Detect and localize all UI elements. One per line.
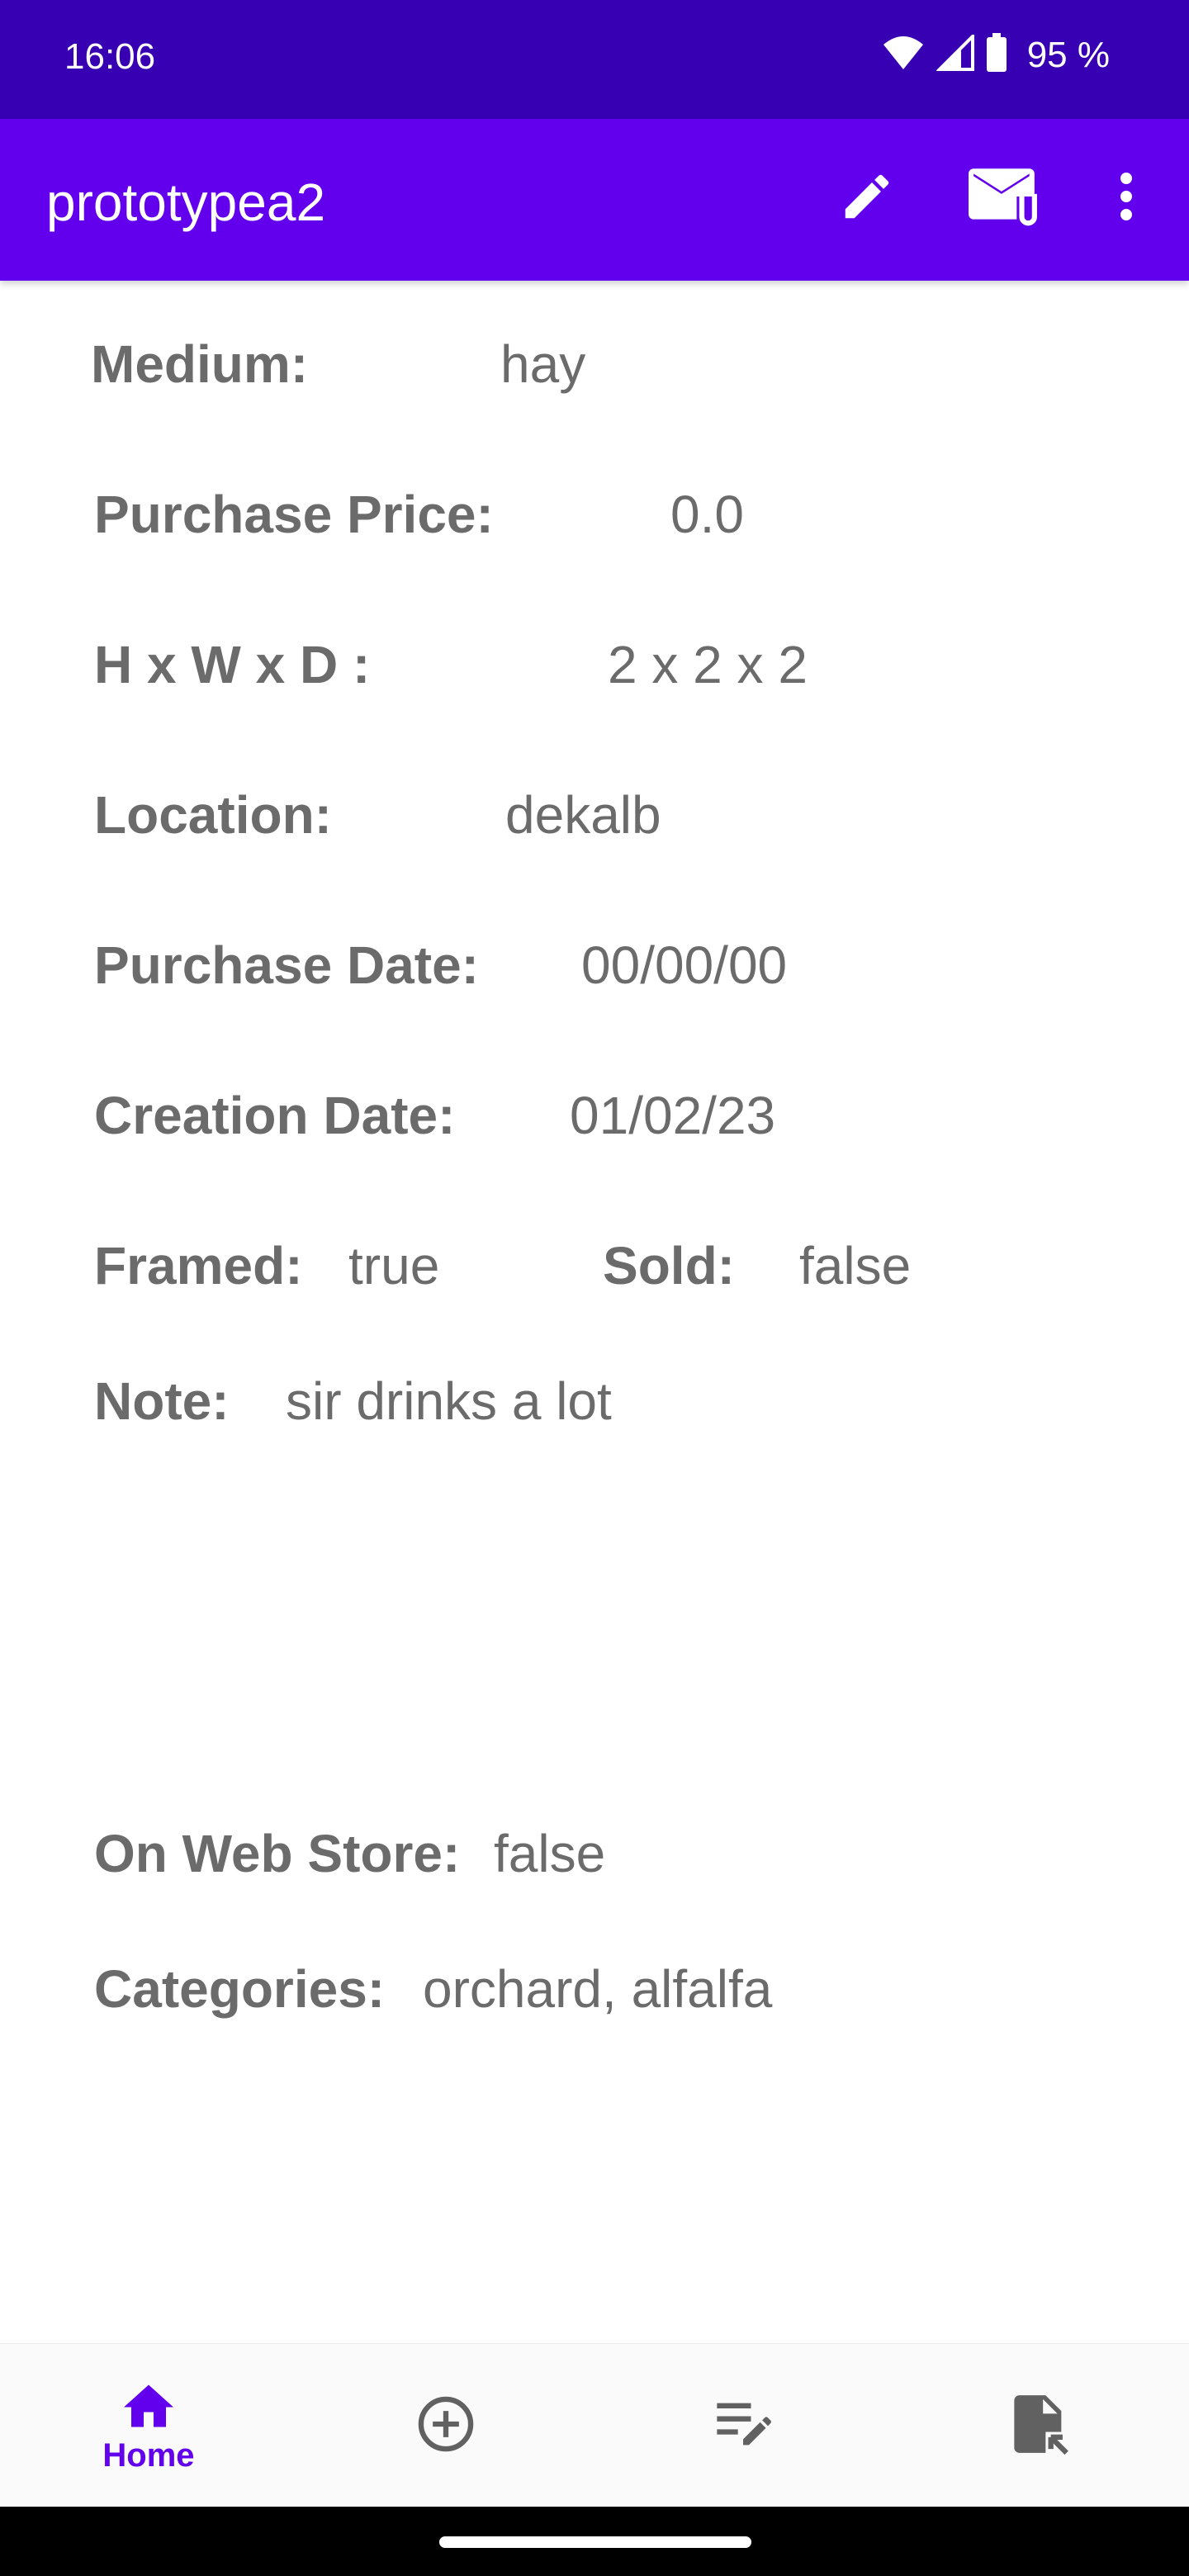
- nav-item-edit-list[interactable]: [594, 2344, 892, 2507]
- web-store-value: false: [494, 1824, 606, 1883]
- location-value: dekalb: [505, 785, 661, 845]
- edit-button[interactable]: [826, 157, 908, 239]
- note-label: Note:: [94, 1371, 230, 1431]
- status-icons: 95 %: [882, 32, 1110, 77]
- status-bar: 16:06 95 %: [0, 0, 1189, 119]
- export-file-icon: [1011, 2393, 1069, 2460]
- battery-icon: [986, 33, 1007, 77]
- creation-date-label: Creation Date:: [94, 1086, 456, 1145]
- artwork-details: Medium: hay Purchase Price: 0.0 H x W x …: [0, 281, 1189, 2345]
- system-navigation-bar: [0, 2507, 1189, 2576]
- nav-item-export[interactable]: [892, 2344, 1189, 2507]
- dimensions-value: 2 x 2 x 2: [608, 635, 808, 694]
- web-store-label: On Web Store:: [94, 1824, 461, 1883]
- gesture-handle[interactable]: [439, 2536, 751, 2548]
- more-vert-icon: [1118, 170, 1135, 227]
- nav-label-home: Home: [102, 2437, 195, 2474]
- nav-item-home[interactable]: Home: [0, 2344, 297, 2507]
- categories-label: Categories:: [94, 1959, 386, 2019]
- bottom-navigation: Home: [0, 2343, 1189, 2507]
- edit-icon: [838, 168, 896, 230]
- dimensions-label: H x W x D :: [94, 635, 371, 694]
- purchase-price-value: 0.0: [670, 485, 744, 544]
- categories-value: orchard, alfalfa: [423, 1959, 773, 2019]
- purchase-date-label: Purchase Date:: [94, 935, 479, 995]
- app-bar: prototypea2: [0, 119, 1189, 281]
- medium-label: Medium:: [91, 334, 309, 394]
- creation-date-value: 01/02/23: [570, 1086, 776, 1145]
- note-value: sir drinks a lot: [286, 1371, 612, 1431]
- email-attachment-button[interactable]: [963, 157, 1045, 239]
- framed-value: true: [348, 1236, 440, 1295]
- wifi-icon: [882, 35, 925, 75]
- signal-icon: [935, 32, 974, 75]
- sold-value: false: [799, 1236, 912, 1295]
- mail-attachment-icon: [969, 163, 1040, 234]
- purchase-price-label: Purchase Price:: [94, 485, 494, 544]
- edit-list-icon: [712, 2398, 775, 2455]
- home-icon: [119, 2377, 178, 2434]
- battery-percentage: 95 %: [1026, 34, 1110, 75]
- add-circle-icon: [414, 2393, 477, 2460]
- sold-label: Sold:: [603, 1236, 735, 1295]
- medium-value: hay: [500, 334, 586, 394]
- app-title: prototypea2: [46, 173, 326, 232]
- framed-label: Framed:: [94, 1236, 303, 1295]
- nav-item-add[interactable]: [297, 2344, 594, 2507]
- purchase-date-value: 00/00/00: [581, 935, 788, 995]
- more-options-button[interactable]: [1085, 157, 1168, 239]
- location-label: Location:: [94, 785, 332, 845]
- status-time: 16:06: [64, 36, 156, 77]
